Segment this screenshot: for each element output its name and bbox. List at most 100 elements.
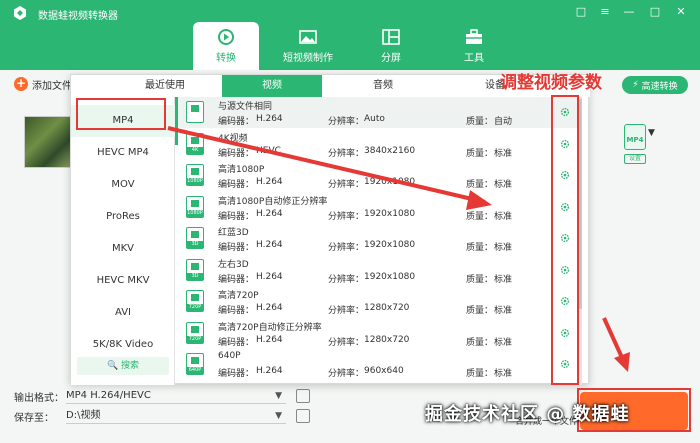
quality-value: 标准 [494, 369, 513, 379]
resolution-value: 1280x720 [364, 303, 410, 313]
resolution-value: 3840x2160 [364, 145, 416, 156]
save-path-value: D:\视频 [66, 410, 101, 421]
menu-icon[interactable]: ≡ [596, 4, 614, 20]
chevron-down-icon[interactable]: ▼ [648, 128, 655, 138]
codec-label: 编码器： [218, 337, 255, 348]
maximize-button[interactable]: □ [646, 4, 664, 20]
tab-short-video[interactable]: 短视频制作 [275, 22, 341, 70]
format-item-avi[interactable]: AVI [71, 297, 175, 329]
format-item-mov[interactable]: MOV [71, 169, 175, 201]
preset-name: 高清1080P [218, 165, 265, 175]
codec-label: 编码器： [218, 243, 255, 253]
format-item-prores[interactable]: ProRes [71, 201, 175, 233]
tab-convert-label: 转换 [216, 53, 236, 64]
preset-list: 与源文件相同 编码器： H.264 分辨率： Auto 质量： 自动 4K 4K视频 编码器： HE… [178, 97, 578, 385]
video-preset-mark [191, 262, 199, 270]
output-format-select[interactable]: MP4 H.264/HEVC ▼ [66, 388, 286, 404]
save-to-label: 保存至： [14, 412, 54, 424]
folder-icon[interactable] [296, 409, 310, 423]
settings-button[interactable]: 设置 [624, 154, 646, 164]
format-list: MP4 HEVC MP4 MOV ProRes MKV HEVC MKV AVI… [71, 97, 175, 385]
quality-label: 质量： [466, 306, 494, 316]
codec-label: 编码器： [218, 306, 255, 316]
preset-row[interactable]: 3D 红蓝3D 编码器： H.264 分辨率： 1920x1080 质量： 标准 [178, 223, 578, 254]
codec-value: H.264 [256, 114, 283, 124]
minimize-button[interactable]: — [620, 4, 638, 20]
annotation-frame-mp4 [76, 98, 166, 130]
fast-convert-label: 高速转换 [641, 81, 678, 92]
close-button[interactable]: ✕ [672, 4, 690, 20]
toolbox-icon [466, 29, 482, 44]
split-screen-icon [382, 29, 400, 45]
output-settings-icon[interactable] [296, 389, 310, 403]
preset-row[interactable]: 720P 高清720P自动修正分辨率 编码器： H.264 分辨率： 1280x720 质量… [178, 318, 578, 349]
quality-label: 质量： [466, 274, 494, 285]
codec-label: 编码器： [218, 211, 255, 222]
preset-row[interactable]: 640P 640P 编码器： H.264 分辨率： 960x640 质量： 标准 [178, 349, 578, 380]
format-search-button[interactable]: 🔍 搜索 [77, 357, 169, 375]
preset-badge: 3D [187, 272, 203, 280]
codec-label: 编码器： [218, 369, 255, 379]
preset-row[interactable]: 1080P 高清1080P 编码器： H.264 分辨率： 1920x1080 质量： 标准 [178, 160, 578, 191]
tab-audio[interactable]: 音频 [333, 75, 433, 97]
tab-video[interactable]: 视频 [222, 75, 322, 97]
add-file-button[interactable]: + 添加文件 [14, 75, 72, 93]
preset-name: 高清720P自动修正分辨率 [218, 322, 322, 333]
resolution-label: 分辨率： [328, 337, 365, 348]
resolution-label: 分辨率： [328, 274, 365, 285]
video-preset-mark [191, 168, 199, 175]
tab-split-screen[interactable]: 分屏 [358, 22, 424, 70]
feedback-icon[interactable]: □ [572, 4, 590, 20]
preset-row[interactable]: 3D 左右3D 编码器： H.264 分辨率： 1920x1080 质量： 标准 [178, 255, 578, 286]
fast-convert-button[interactable]: ⚡ 高速转换 [622, 76, 688, 94]
quality-value: 标准 [494, 148, 513, 159]
resolution-value: Auto [364, 114, 385, 124]
resolution-label: 分辨率： [328, 369, 365, 379]
quality-label: 质量： [466, 243, 494, 253]
format-item-mkv[interactable]: MKV [71, 233, 175, 265]
preset-row[interactable]: 与源文件相同 编码器： H.264 分辨率： Auto 质量： 自动 [178, 97, 578, 128]
chevron-down-icon: ▼ [275, 411, 282, 421]
preset-badge: 720P [187, 304, 203, 311]
app-logo-icon [14, 6, 26, 20]
video-preset-icon: 1080P [186, 164, 204, 186]
resolution-label: 分辨率： [328, 180, 365, 190]
add-file-label: 添加文件 [32, 80, 72, 92]
quality-value: 标准 [494, 243, 513, 253]
codec-value: H.264 [256, 366, 283, 376]
format-search-label: 搜索 [121, 361, 140, 371]
tab-recent[interactable]: 最近使用 [115, 75, 215, 97]
resolution-value: 1920x1080 [364, 208, 416, 219]
save-path-select[interactable]: D:\视频 ▼ [66, 408, 286, 424]
preset-row[interactable]: 720P 高清720P 编码器： H.264 分辨率： 1280x720 质量： 标准 [178, 286, 578, 317]
tab-split-screen-label: 分屏 [381, 53, 401, 64]
annotation-text: 调整视频参数 [500, 73, 602, 93]
video-thumbnail[interactable] [24, 116, 72, 168]
preset-row[interactable]: 1080P 高清1080P自动修正分辨率 编码器： H.264 分辨率： 1920x108… [178, 192, 578, 223]
preset-name: 4K视频 [218, 133, 248, 144]
video-preset-icon: 1080P [186, 195, 204, 218]
output-format-icon[interactable]: MP4 [624, 124, 646, 150]
resolution-label: 分辨率： [328, 243, 365, 253]
video-preset-icon: 3D [186, 227, 204, 249]
preset-name: 左右3D [218, 259, 249, 270]
quality-label: 质量： [466, 369, 494, 379]
format-item-hevc-mkv[interactable]: HEVC MKV [71, 265, 175, 297]
format-item-hevc-mp4[interactable]: HEVC MP4 [71, 137, 175, 169]
preset-badge: 720P [187, 335, 203, 343]
tab-tools[interactable]: 工具 [441, 22, 507, 70]
tab-convert[interactable]: 转换 [193, 22, 259, 70]
resolution-value: 960x640 [364, 366, 404, 376]
preset-badge: 1080P [187, 178, 203, 185]
resolution-value: 1920x1080 [364, 177, 416, 187]
quality-label: 质量： [466, 148, 494, 159]
lightning-icon: ⚡ [632, 80, 639, 90]
quality-label: 质量： [466, 180, 494, 190]
resolution-value: 1920x1080 [364, 271, 416, 282]
codec-value: H.264 [256, 271, 283, 282]
output-format-label: 输出格式： [14, 392, 64, 404]
codec-value: H.264 [256, 208, 283, 219]
quality-value: 标准 [494, 306, 513, 316]
preset-row[interactable]: 4K 4K视频 编码器： HEVC 分辨率： 3840x2160 质量： 标准 [178, 129, 578, 160]
preset-name: 640P [218, 351, 241, 361]
